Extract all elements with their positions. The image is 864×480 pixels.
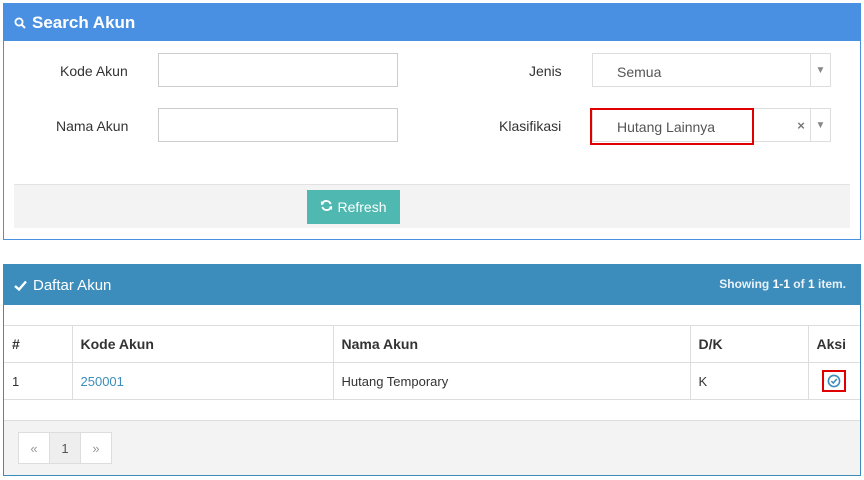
search-panel-title: Search Akun bbox=[32, 12, 136, 32]
nama-akun-label: Nama Akun bbox=[56, 118, 129, 134]
list-panel-header: Daftar Akun Showing 1-1 of 1 item. bbox=[4, 265, 860, 305]
pagination-prev[interactable]: « bbox=[18, 432, 50, 464]
check-circle-icon bbox=[827, 374, 841, 388]
jenis-select[interactable]: Semua ▼ bbox=[592, 53, 831, 87]
aksi-cell bbox=[807, 362, 860, 400]
refresh-button[interactable]: Refresh bbox=[307, 190, 400, 224]
search-icon bbox=[14, 17, 26, 29]
chevron-down-icon[interactable]: ▼ bbox=[810, 109, 830, 141]
klasifikasi-highlight bbox=[590, 108, 754, 145]
col-number: # bbox=[4, 325, 73, 363]
table-row: 1 250001 Hutang Temporary K bbox=[4, 362, 860, 400]
pagination-next[interactable]: » bbox=[80, 432, 112, 464]
jenis-select-value: Semua bbox=[617, 64, 662, 80]
list-panel: Daftar Akun Showing 1-1 of 1 item. # Kod… bbox=[3, 264, 861, 476]
showing-summary: Showing 1-1 of 1 item. bbox=[719, 277, 846, 291]
check-icon bbox=[14, 280, 27, 291]
pagination: « 1 » bbox=[18, 432, 112, 464]
search-panel-header: Search Akun bbox=[4, 4, 860, 41]
chevron-down-icon[interactable]: ▼ bbox=[810, 54, 830, 86]
col-kode-akun[interactable]: Kode Akun bbox=[71, 325, 334, 363]
kode-akun-input[interactable] bbox=[158, 53, 398, 87]
search-form-footer: Refresh bbox=[14, 184, 850, 228]
kode-akun-link[interactable]: 250001 bbox=[71, 362, 334, 400]
nama-akun-cell: Hutang Temporary bbox=[332, 362, 691, 400]
table-header-row: # Kode Akun Nama Akun D/K Aksi bbox=[4, 325, 860, 363]
refresh-button-label: Refresh bbox=[337, 199, 387, 215]
list-panel-title: Daftar Akun bbox=[33, 276, 112, 294]
pagination-page-1[interactable]: 1 bbox=[49, 432, 81, 464]
search-panel: Search Akun Kode Akun Nama Akun Jenis Se… bbox=[3, 3, 861, 240]
col-dk[interactable]: D/K bbox=[689, 325, 809, 363]
clear-icon[interactable]: × bbox=[792, 118, 810, 133]
jenis-label: Jenis bbox=[529, 63, 562, 79]
akun-table: # Kode Akun Nama Akun D/K Aksi 1 250001 … bbox=[4, 325, 860, 400]
dk-cell: K bbox=[689, 362, 809, 400]
nama-akun-input[interactable] bbox=[158, 108, 398, 142]
list-footer: « 1 » bbox=[4, 420, 860, 475]
select-action-button[interactable] bbox=[822, 370, 847, 392]
refresh-icon bbox=[320, 199, 333, 215]
klasifikasi-label: Klasifikasi bbox=[499, 118, 562, 134]
kode-akun-label: Kode Akun bbox=[60, 63, 128, 79]
col-nama-akun[interactable]: Nama Akun bbox=[332, 325, 691, 363]
col-aksi: Aksi bbox=[807, 325, 860, 363]
row-number: 1 bbox=[4, 362, 73, 400]
